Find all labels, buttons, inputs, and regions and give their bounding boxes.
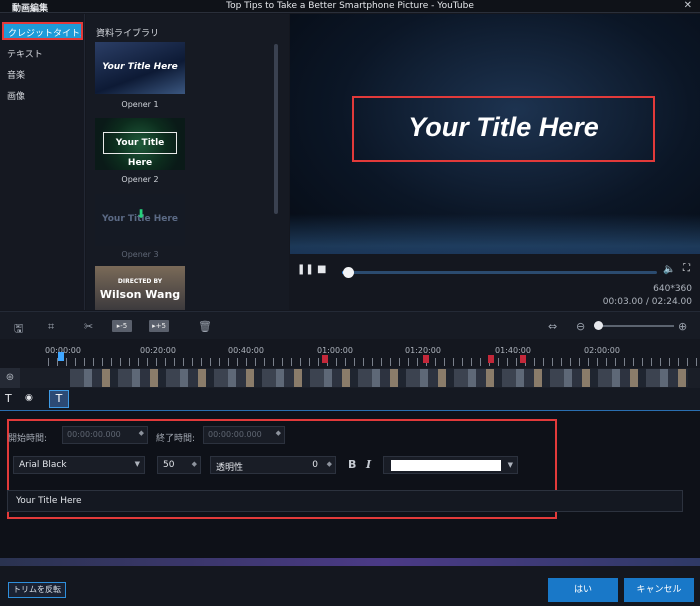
timeline-scrollbar[interactable] xyxy=(0,558,700,566)
zoom-in-icon[interactable]: ⊕ xyxy=(678,320,687,333)
video-track: ⊛ xyxy=(0,368,700,388)
timecode-label: 00:03.00 / 02:24.00 xyxy=(602,297,692,307)
preview-title-highlight: Your Title Here xyxy=(352,96,655,162)
font-value: Arial Black xyxy=(19,460,67,470)
sidebar-item-credit-title[interactable]: クレジットタイトル xyxy=(2,22,83,40)
opacity-value: 0 xyxy=(312,460,318,470)
close-icon[interactable]: ✕ xyxy=(684,0,692,11)
template-caption: Opener 1 xyxy=(121,100,159,109)
fullscreen-icon[interactable]: ⛶ xyxy=(683,263,690,274)
zoom-slider[interactable] xyxy=(594,321,674,330)
save-icon[interactable]: 🖫 xyxy=(14,320,23,339)
template-thumbnail[interactable]: Your Title Here ⬇ xyxy=(95,194,185,246)
library-scrollbar[interactable] xyxy=(274,44,278,214)
start-time-input[interactable]: 00:00:00.000 ◆ xyxy=(62,426,148,444)
font-size-value: 50 xyxy=(163,460,175,470)
bold-button[interactable]: B xyxy=(348,458,356,471)
timeline-ruler[interactable]: 00:00:00 00:20:00 00:40:00 01:00:00 01:2… xyxy=(0,340,700,368)
title-bar: 動画編集 Top Tips to Take a Better Smartphon… xyxy=(0,0,700,14)
cut-icon[interactable]: ✂ xyxy=(84,320,93,333)
opacity-stepper[interactable]: 透明性 0 ◆ xyxy=(210,456,336,474)
clip-marker xyxy=(488,355,494,363)
progress-handle[interactable] xyxy=(343,267,355,278)
video-preview: Your Title Here xyxy=(290,14,700,254)
film-reel-icon: ⊛ xyxy=(0,368,20,388)
back-5s-button[interactable]: ▸-5 xyxy=(112,320,132,332)
text-color-picker[interactable]: ▼ xyxy=(383,456,518,474)
clip-marker xyxy=(520,355,526,363)
cancel-button[interactable]: キャンセル xyxy=(624,578,694,602)
invert-trim-button[interactable]: トリムを反転 xyxy=(8,582,66,598)
start-time-value: 00:00:00.000 xyxy=(67,430,121,439)
template-thumbnail[interactable]: DIRECTED BY Wilson Wang xyxy=(95,266,185,310)
opacity-label: 透明性 xyxy=(216,463,244,473)
thumbnail-text: Your Title Here xyxy=(103,132,177,168)
chevron-down-icon: ▼ xyxy=(134,460,140,468)
title-text-input[interactable]: Your Title Here xyxy=(7,490,683,512)
video-frames[interactable] xyxy=(70,369,688,387)
spinner-icon[interactable]: ◆ xyxy=(276,429,281,437)
preview-title-text: Your Title Here xyxy=(408,112,599,142)
text-icon: T xyxy=(5,392,12,405)
edit-toolbar: 🖫 ⌗ ✂ ▸-5 ▸+5 🗑 ⇔ ⊖ ⊕ xyxy=(0,311,700,339)
thumbnail-text: Your Title Here xyxy=(102,62,178,72)
color-swatch xyxy=(391,460,501,471)
ruler-label: 01:20:00 xyxy=(405,346,441,355)
template-caption: Opener 3 xyxy=(121,250,159,259)
forward-5s-button[interactable]: ▸+5 xyxy=(149,320,169,332)
zoom-handle[interactable] xyxy=(594,321,603,330)
end-time-value: 00:00:00.000 xyxy=(208,430,262,439)
fit-timeline-icon[interactable]: ⇔ xyxy=(548,320,557,333)
category-sidebar: クレジットタイトル テキスト 音楽 画像 xyxy=(0,14,85,310)
spinner-icon[interactable]: ◆ xyxy=(192,460,197,468)
sidebar-item-music[interactable]: 音楽 xyxy=(7,68,25,81)
preview-earth-glow xyxy=(290,214,700,254)
stop-icon[interactable]: ■ xyxy=(317,264,326,275)
template-thumbnail[interactable]: Your Title Here xyxy=(95,118,185,170)
ruler-ticks xyxy=(48,358,698,366)
start-time-label: 開始時間: xyxy=(8,434,48,444)
crop-icon[interactable]: ⌗ xyxy=(48,320,54,334)
chevron-down-icon: ▼ xyxy=(507,461,513,469)
download-icon[interactable]: ⬇ xyxy=(136,208,146,220)
volume-icon[interactable]: 🔈 xyxy=(663,264,675,275)
video-editor-window: 動画編集 Top Tips to Take a Better Smartphon… xyxy=(0,0,700,606)
window-title: Top Tips to Take a Better Smartphone Pic… xyxy=(226,1,474,11)
template-thumbnail[interactable]: Your Title Here xyxy=(95,42,185,94)
ruler-label: 00:20:00 xyxy=(140,346,176,355)
template-caption: Opener 2 xyxy=(121,175,159,184)
playback-progress-bar[interactable] xyxy=(342,267,657,278)
clip-marker xyxy=(423,355,429,363)
dialog-footer: トリムを反転 はい キャンセル xyxy=(0,566,700,606)
library-title: 資料ライブラリ xyxy=(96,29,160,39)
clip-marker xyxy=(322,355,328,363)
font-select[interactable]: Arial Black ▼ xyxy=(13,456,145,474)
resolution-label: 640*360 xyxy=(653,284,692,294)
spinner-icon[interactable]: ◆ xyxy=(327,460,332,468)
ruler-label: 00:40:00 xyxy=(228,346,264,355)
thumbnail-text: Wilson Wang xyxy=(99,288,181,301)
end-time-label: 終了時間: xyxy=(156,434,196,444)
eye-icon[interactable]: ◉ xyxy=(25,393,33,403)
material-library: 資料ライブラリ Your Title Here Opener 1 Your Ti… xyxy=(86,14,289,310)
trash-icon[interactable]: 🗑 xyxy=(198,320,212,333)
font-size-stepper[interactable]: 50 ◆ xyxy=(157,456,201,474)
pause-icon[interactable]: ❚❚ xyxy=(297,264,314,275)
playhead[interactable] xyxy=(58,352,64,361)
thumbnail-subtext: DIRECTED BY xyxy=(117,278,163,285)
text-clip[interactable]: T xyxy=(49,390,69,408)
sidebar-item-text[interactable]: テキスト xyxy=(7,47,43,60)
spinner-icon[interactable]: ◆ xyxy=(139,429,144,437)
ruler-label: 01:00:00 xyxy=(317,346,353,355)
ruler-label: 02:00:00 xyxy=(584,346,620,355)
italic-button[interactable]: I xyxy=(366,458,371,471)
sidebar-item-image[interactable]: 画像 xyxy=(7,89,25,102)
ruler-label: 01:40:00 xyxy=(495,346,531,355)
end-time-input[interactable]: 00:00:00.000 ◆ xyxy=(203,426,285,444)
zoom-out-icon[interactable]: ⊖ xyxy=(576,320,585,333)
text-track: T ◉ T xyxy=(0,388,700,410)
playback-controls: ❚❚ ■ 🔈 ⛶ 640*360 00:03.00 / 02:24.00 xyxy=(290,254,700,310)
ok-button[interactable]: はい xyxy=(548,578,618,602)
